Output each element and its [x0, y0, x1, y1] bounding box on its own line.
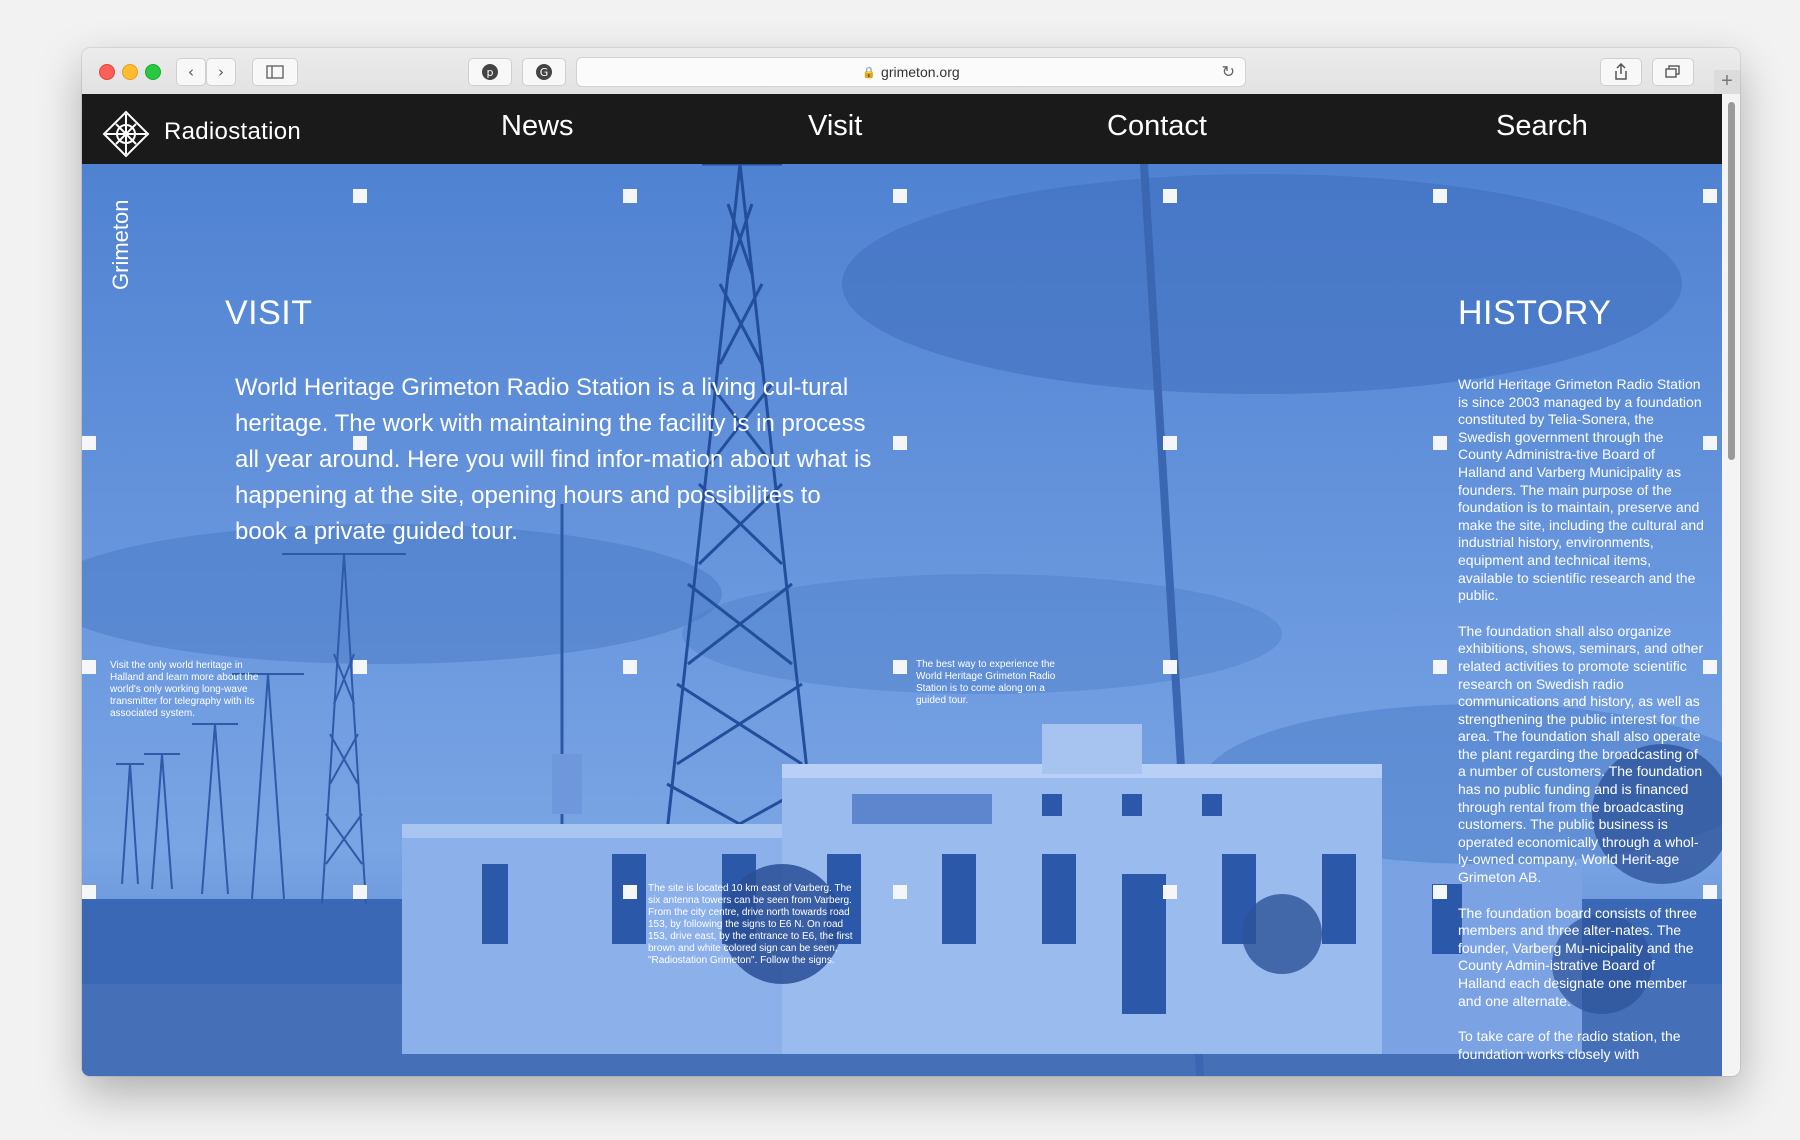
zoom-window-button[interactable]: [145, 64, 161, 80]
grid-marker: [353, 885, 367, 899]
lock-icon: 🔒: [862, 66, 877, 79]
grid-marker: [1703, 189, 1717, 203]
reload-icon[interactable]: ↻: [1222, 62, 1235, 81]
visit-note-heritage: Visit the only world heritage in Halland…: [110, 660, 259, 719]
grid-marker: [623, 885, 637, 899]
grid-marker: [893, 885, 907, 899]
visit-note-guided-tour: The best way to experience the World Her…: [916, 659, 1056, 706]
svg-text:G: G: [540, 66, 549, 79]
grid-marker: [1433, 660, 1447, 674]
grid-marker: [353, 189, 367, 203]
nav-contact[interactable]: Contact: [1107, 110, 1207, 143]
grid-marker: [1163, 885, 1177, 899]
scrollbar-thumb[interactable]: [1728, 102, 1735, 460]
brand-name[interactable]: Radiostation: [164, 118, 301, 146]
back-icon[interactable]: ‹: [176, 58, 206, 86]
forward-icon[interactable]: ›: [206, 58, 236, 86]
visit-heading: VISIT: [225, 294, 313, 332]
grid-marker: [893, 189, 907, 203]
history-paragraph: To take care of the radio station, the f…: [1458, 1028, 1681, 1062]
minimize-window-button[interactable]: [122, 64, 138, 80]
browser-window: ‹ › p G 🔒 grimeton.org ↻ + Radiostation …: [82, 48, 1740, 1076]
sidebar-icon[interactable]: [252, 58, 298, 86]
grid-marker: [1433, 436, 1447, 450]
pinterest-icon[interactable]: p: [468, 58, 512, 86]
radiostation-logo-icon[interactable]: [102, 110, 150, 158]
tabs-icon[interactable]: [1652, 58, 1694, 86]
new-tab-icon[interactable]: +: [1714, 70, 1740, 94]
grid-marker: [353, 660, 367, 674]
svg-text:p: p: [487, 66, 494, 79]
share-icon[interactable]: [1600, 58, 1642, 86]
grid-marker: [1433, 189, 1447, 203]
history-paragraph: World Heritage Grimeton Radio Station is…: [1458, 376, 1704, 604]
history-body: World Heritage Grimeton Radio Station is…: [1458, 376, 1706, 1076]
history-paragraph: The foundation board consists of three m…: [1458, 904, 1697, 1009]
web-page: Radiostation News Visit Contact Search G…: [82, 94, 1722, 1076]
grid-marker: [1163, 436, 1177, 450]
history-paragraph: The foundation shall also organize exhib…: [1458, 622, 1704, 886]
close-window-button[interactable]: [99, 64, 115, 80]
grammarly-icon[interactable]: G: [522, 58, 566, 86]
visit-intro: World Heritage Grimeton Radio Station is…: [235, 374, 872, 545]
url-text: grimeton.org: [881, 64, 960, 80]
grid-marker: [893, 436, 907, 450]
nav-search[interactable]: Search: [1496, 110, 1588, 143]
history-heading: HISTORY: [1458, 294, 1612, 332]
visit-note-directions: The site is located 10 km east of Varber…: [648, 883, 853, 966]
site-header: Radiostation News Visit Contact Search: [82, 94, 1722, 164]
grid-marker: [82, 885, 96, 899]
grid-marker: [1433, 885, 1447, 899]
grid-marker: [82, 660, 96, 674]
grid-marker: [623, 660, 637, 674]
nav-visit[interactable]: Visit: [808, 110, 862, 143]
grid-marker: [1163, 660, 1177, 674]
grid-marker: [623, 189, 637, 203]
browser-toolbar: ‹ › p G 🔒 grimeton.org ↻ +: [82, 48, 1740, 95]
grid-marker: [1163, 189, 1177, 203]
grid-marker: [893, 660, 907, 674]
nav-news[interactable]: News: [501, 110, 574, 143]
address-bar[interactable]: 🔒 grimeton.org ↻: [576, 57, 1246, 87]
vertical-site-label: Grimeton: [108, 199, 133, 290]
grid-marker: [82, 436, 96, 450]
